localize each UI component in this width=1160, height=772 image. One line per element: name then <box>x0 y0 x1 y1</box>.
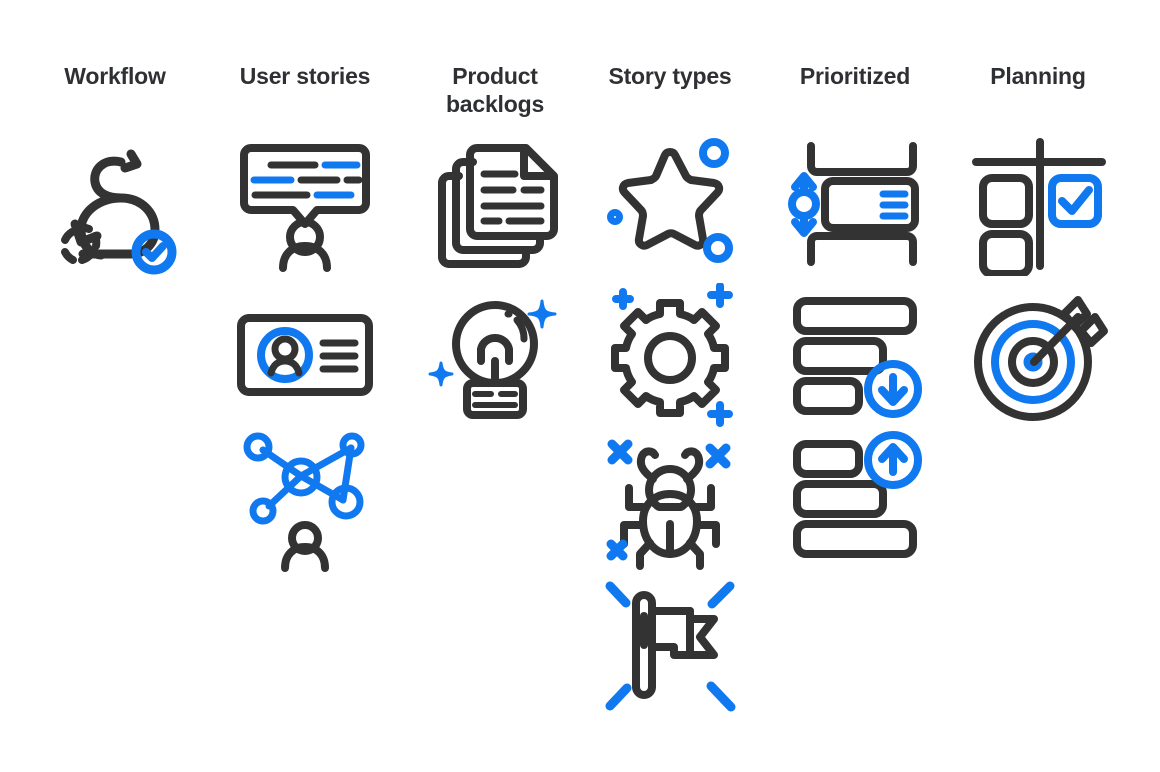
column-title-prioritized: Prioritized <box>799 63 911 89</box>
speech-bubble-person-icon[interactable] <box>233 132 377 276</box>
flag-rays-icon[interactable] <box>598 573 742 717</box>
gear-plus-icon[interactable] <box>598 283 742 427</box>
scrum-cycle-check-icon[interactable] <box>43 132 187 276</box>
star-circles-icon[interactable] <box>598 132 742 276</box>
column-title-workflow: Workflow <box>64 63 166 89</box>
column-planning: Planning <box>948 0 1128 772</box>
column-product-backlogs: Product backlogs <box>405 0 585 772</box>
sort-ascending-icon[interactable] <box>783 428 927 572</box>
column-prioritized: Prioritized <box>765 0 945 772</box>
lightbulb-sparkle-icon[interactable] <box>423 283 567 427</box>
icon-set-board: Workflow User stories Product backlogs S… <box>0 0 1160 772</box>
network-person-icon[interactable] <box>233 428 377 572</box>
column-title-story-types: Story types <box>608 63 732 89</box>
sort-descending-icon[interactable] <box>783 283 927 427</box>
column-story-types: Story types <box>580 0 760 772</box>
id-card-icon[interactable] <box>233 283 377 427</box>
bug-cross-icon[interactable] <box>598 428 742 572</box>
reorder-card-icon[interactable] <box>783 132 927 276</box>
target-dart-icon[interactable] <box>966 283 1110 427</box>
column-user-stories: User stories <box>215 0 395 772</box>
column-title-planning: Planning <box>990 63 1086 89</box>
column-workflow: Workflow <box>25 0 205 772</box>
column-title-product-backlogs: Product backlogs <box>445 63 545 118</box>
kanban-board-check-icon[interactable] <box>966 132 1110 276</box>
column-title-user-stories: User stories <box>239 63 371 89</box>
document-stack-icon[interactable] <box>423 132 567 276</box>
